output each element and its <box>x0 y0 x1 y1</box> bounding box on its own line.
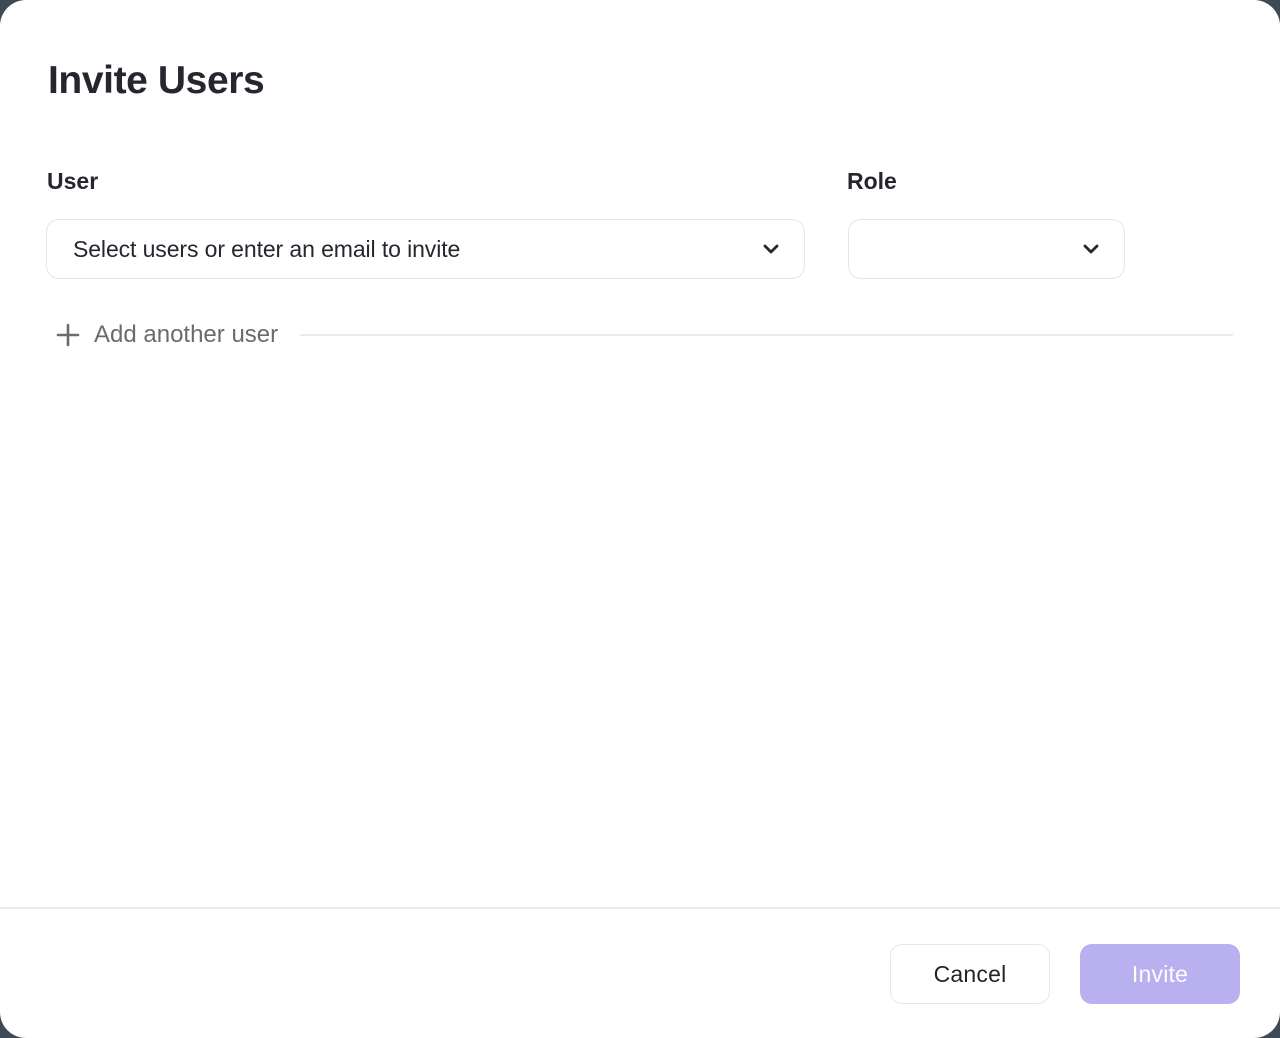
chevron-down-icon <box>760 238 782 260</box>
add-another-user-label: Add another user <box>94 321 278 349</box>
user-select-placeholder: Select users or enter an email to invite <box>73 236 760 263</box>
role-field-label: Role <box>847 166 897 196</box>
add-user-divider <box>300 334 1233 336</box>
cancel-button[interactable]: Cancel <box>890 944 1050 1004</box>
add-another-user-button[interactable]: Add another user <box>54 321 278 349</box>
add-user-row: Add another user <box>54 320 1233 350</box>
role-select[interactable] <box>848 219 1125 279</box>
plus-icon <box>54 321 82 349</box>
invite-users-modal: Invite Users User Select users or enter … <box>0 0 1280 1038</box>
chevron-down-icon <box>1080 238 1102 260</box>
user-field-label: User <box>47 166 98 196</box>
footer-divider <box>0 907 1280 909</box>
invite-button[interactable]: Invite <box>1080 944 1240 1004</box>
modal-title: Invite Users <box>48 56 264 106</box>
user-select[interactable]: Select users or enter an email to invite <box>46 219 805 279</box>
